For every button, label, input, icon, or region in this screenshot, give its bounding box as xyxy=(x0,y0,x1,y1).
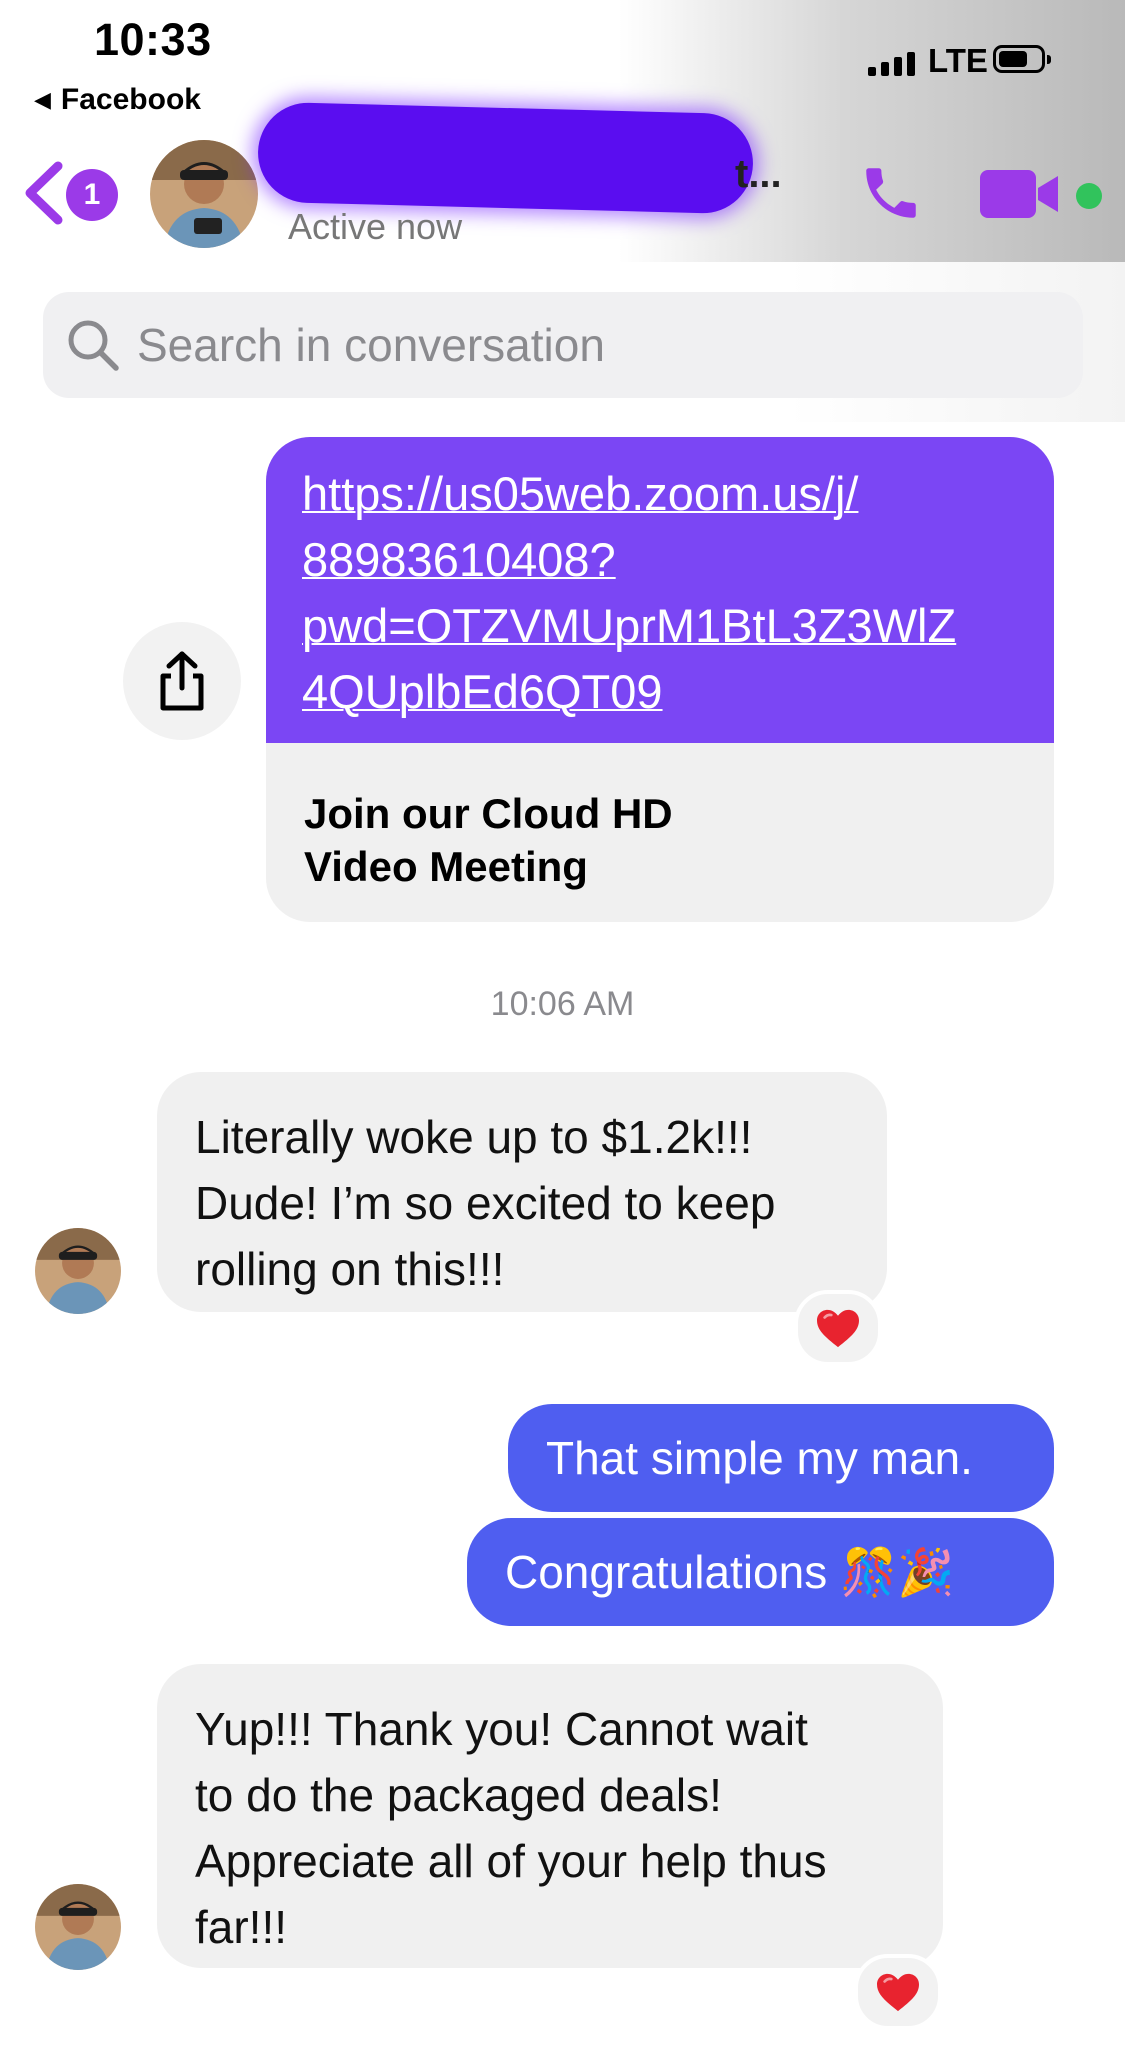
chevron-left-icon xyxy=(25,161,63,225)
outgoing-message[interactable]: That simple my man. xyxy=(508,1404,1054,1512)
avatar-photo xyxy=(35,1228,121,1314)
link-url-line-4[interactable]: 4QUplbEd6QT09 xyxy=(302,659,1018,725)
phone-icon xyxy=(866,168,916,218)
contact-name-trailing: t... xyxy=(735,152,782,196)
back-app-label: Facebook xyxy=(60,83,201,116)
conversation-search[interactable] xyxy=(43,292,1083,398)
unread-badge: 1 xyxy=(66,169,118,221)
video-camera-icon xyxy=(980,170,1058,218)
sender-avatar[interactable] xyxy=(35,1228,121,1314)
sender-avatar[interactable] xyxy=(35,1884,121,1970)
avatar-photo xyxy=(35,1884,121,1970)
link-title-line-1: Join our Cloud HD xyxy=(304,790,673,837)
message-text: Congratulations 🎊🎉 xyxy=(505,1546,955,1598)
link-url-line-1[interactable]: https://us05web.zoom.us/j/ xyxy=(302,461,1018,527)
message-line: rolling on this!!! xyxy=(195,1243,505,1295)
link-preview-message[interactable]: https://us05web.zoom.us/j/ 88983610408? … xyxy=(266,437,1054,922)
message-line: Yup!!! Thank you! Cannot wait xyxy=(195,1703,808,1755)
call-button[interactable] xyxy=(858,160,924,226)
search-input[interactable] xyxy=(135,317,1039,373)
link-url-line-2[interactable]: 88983610408? xyxy=(302,527,1018,593)
search-icon xyxy=(68,320,119,371)
reaction-badge[interactable] xyxy=(794,1290,882,1366)
video-call-button[interactable] xyxy=(980,168,1060,220)
message-text: That simple my man. xyxy=(546,1432,973,1484)
message-line: Dude! I’m so excited to keep xyxy=(195,1177,776,1229)
cellular-signal-icon xyxy=(868,52,915,76)
incoming-message[interactable]: Yup!!! Thank you! Cannot wait to do the … xyxy=(157,1664,943,1968)
outgoing-message[interactable]: Congratulations 🎊🎉 xyxy=(467,1518,1054,1626)
heart-icon xyxy=(817,1309,859,1348)
share-icon xyxy=(160,651,204,711)
message-line: Appreciate all of your help thus xyxy=(195,1835,827,1887)
message-timestamp: 10:06 AM xyxy=(490,985,635,1023)
link-title-line-2: Video Meeting xyxy=(304,843,588,890)
presence-status: Active now xyxy=(288,206,463,247)
battery-icon xyxy=(993,45,1051,73)
status-time: 10:33 xyxy=(94,14,212,65)
back-button[interactable] xyxy=(22,160,66,226)
online-indicator xyxy=(1076,183,1102,209)
link-url-section[interactable]: https://us05web.zoom.us/j/ 88983610408? … xyxy=(266,437,1054,743)
back-triangle-icon: ◀ xyxy=(34,87,51,112)
redacted-contact-name xyxy=(256,101,755,215)
message-line: to do the packaged deals! xyxy=(195,1769,722,1821)
avatar-photo xyxy=(150,140,258,248)
link-preview-title[interactable]: Join our Cloud HD Video Meeting xyxy=(266,743,1054,893)
back-to-app-link[interactable]: ◀ Facebook xyxy=(34,83,201,117)
message-line: Literally woke up to $1.2k!!! xyxy=(195,1111,753,1163)
network-type: LTE xyxy=(928,42,988,79)
incoming-message[interactable]: Literally woke up to $1.2k!!! Dude! I’m … xyxy=(157,1072,887,1312)
heart-icon xyxy=(877,1973,919,2012)
share-button[interactable] xyxy=(123,622,241,740)
reaction-badge[interactable] xyxy=(854,1954,942,2030)
message-line: far!!! xyxy=(195,1901,288,1953)
link-url-line-3[interactable]: pwd=OTZVMUprM1BtL3Z3WlZ xyxy=(302,593,1018,659)
contact-avatar[interactable] xyxy=(150,140,258,248)
